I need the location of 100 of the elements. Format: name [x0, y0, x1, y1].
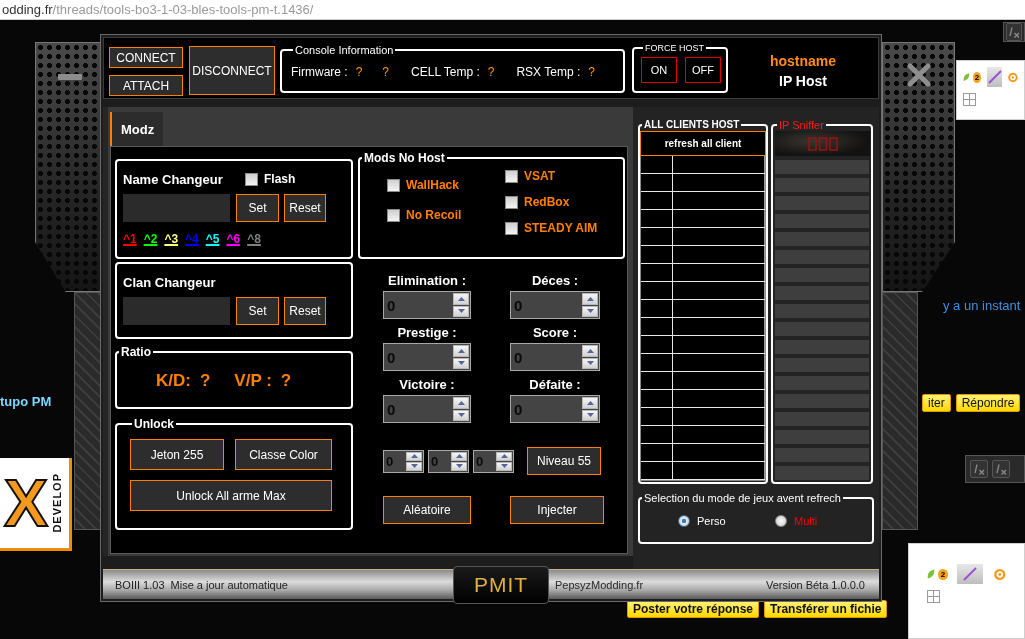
spin-down-button[interactable] [582, 409, 598, 421]
group-title: ALL CLIENTS HOST [643, 119, 741, 131]
spin-up-button[interactable] [582, 293, 598, 305]
console-label: RSX Temp : [516, 65, 581, 79]
action-button[interactable]: Reset [284, 297, 326, 325]
up-arrow-icon [500, 454, 508, 458]
color-code-link[interactable]: ^3 [164, 232, 179, 246]
ratio-value: ? [280, 371, 292, 391]
action-button[interactable]: Reset [284, 194, 326, 222]
spin-down-button[interactable] [496, 461, 512, 471]
field-label: Prestige : [397, 325, 457, 341]
spin-up-button[interactable] [453, 397, 469, 409]
ratio-value: ? [199, 371, 211, 391]
ratio-label: V/P : [234, 371, 272, 391]
clear-format-button[interactable] [970, 460, 988, 478]
spin-down-button[interactable] [453, 357, 469, 369]
down-arrow-icon [500, 464, 508, 468]
forum-button[interactable]: Répondre [955, 394, 1021, 412]
disconnect-button[interactable]: DISCONNECT [189, 46, 275, 95]
text-field[interactable] [123, 297, 230, 325]
group-title: Name Changeur [123, 171, 224, 187]
spin-up-button[interactable] [451, 451, 467, 461]
group-title: Ratio [120, 345, 152, 359]
spin-down-button[interactable] [453, 305, 469, 317]
unlock-button[interactable]: Classe Color [235, 439, 332, 470]
spin-down-button[interactable] [453, 409, 469, 421]
radio-button[interactable] [775, 515, 787, 527]
group-title: Clan Changeur [123, 274, 217, 290]
unlock-button[interactable]: Jeton 255 [130, 439, 224, 470]
logo-word: DEVELOP [51, 473, 63, 533]
color-code-link[interactable]: ^8 [247, 232, 261, 246]
tab[interactable]: Modz [110, 112, 164, 146]
force-host-button[interactable]: OFF [685, 57, 721, 83]
text-field[interactable] [123, 194, 230, 222]
field-label: Défaite : [529, 377, 581, 393]
spin-up-button[interactable] [453, 293, 469, 305]
spin-up-button[interactable] [582, 345, 598, 357]
up-arrow-icon [457, 296, 465, 301]
version-text: Version Béta 1.0.0.0 [765, 578, 865, 591]
action-button[interactable]: Set [236, 194, 279, 222]
spin-up-button[interactable] [406, 451, 422, 461]
checkbox[interactable] [245, 172, 258, 186]
hostname-text: hostname [769, 53, 837, 69]
pen-tool-button[interactable] [987, 67, 1003, 87]
action-button[interactable]: Aléatoire [383, 496, 471, 524]
level-button[interactable]: Niveau 55 [527, 447, 601, 475]
window-grid-icon[interactable] [963, 93, 976, 106]
action-button[interactable]: Set [236, 297, 279, 325]
clear-format-icon [973, 463, 985, 475]
color-code-link[interactable]: ^2 [143, 232, 158, 246]
spin-down-button[interactable] [406, 461, 422, 471]
spin-up-button[interactable] [453, 345, 469, 357]
checkbox[interactable] [387, 178, 400, 192]
spin-up-button[interactable] [582, 397, 598, 409]
spin-up-button[interactable] [496, 451, 512, 461]
checkbox-label: WallHack [406, 178, 459, 192]
down-arrow-icon [586, 361, 594, 366]
refresh-button[interactable]: refresh all client [640, 131, 766, 156]
spin-down-button[interactable] [451, 461, 467, 471]
color-code-link[interactable]: ^6 [226, 232, 241, 246]
up-arrow-icon [455, 454, 463, 458]
checkbox[interactable] [505, 169, 518, 183]
group-title: Selection du mode de jeux avent refrech [643, 491, 842, 505]
color-code-link[interactable]: ^5 [205, 232, 220, 246]
up-arrow-icon [457, 400, 465, 405]
action-button[interactable]: Injecter [510, 496, 604, 524]
group-title: FORCE HOST [644, 43, 705, 53]
radio-label: Perso [697, 515, 726, 527]
down-arrow-icon [455, 464, 463, 468]
clear-format-button[interactable] [992, 460, 1010, 478]
close-icon[interactable] [907, 63, 931, 87]
checkbox[interactable] [505, 221, 518, 235]
app-logo: PMIT [453, 565, 549, 604]
window-grid-icon[interactable] [927, 590, 940, 603]
notification-badge: 2 [972, 71, 982, 83]
spin-down-button[interactable] [582, 357, 598, 369]
checkbox-label: RedBox [524, 195, 570, 209]
force-host-button[interactable]: ON [641, 57, 677, 83]
address-bar[interactable]: odding.fr/threads/tools-bo3-1-03-bles-tools-pm-t.1436/ [0, 0, 1025, 20]
forum-tag-text: tupo PM [0, 394, 52, 409]
radio-button[interactable] [678, 515, 690, 527]
console-value: ? [588, 65, 595, 79]
checkbox[interactable] [505, 195, 518, 209]
down-arrow-icon [457, 361, 465, 366]
checkbox-label: VSAT [524, 169, 556, 183]
color-code-link[interactable]: ^1 [123, 232, 137, 246]
group-title: Console Information [294, 43, 395, 57]
forum-button[interactable]: iter [922, 394, 951, 412]
field-label: Déces : [531, 273, 579, 289]
checkbox-label: STEADY AIM [524, 221, 598, 235]
app-version-text: BOIII 1.03 [115, 578, 165, 591]
pen-tool-button[interactable] [956, 564, 984, 584]
connect-button[interactable]: ATTACH [109, 75, 183, 96]
post-time-text: y a un instant [943, 298, 1021, 313]
connect-button[interactable]: CONNECT [109, 47, 183, 68]
checkbox[interactable] [387, 208, 400, 222]
spin-down-button[interactable] [582, 305, 598, 317]
unlock-button[interactable]: Unlock All arme Max [130, 480, 332, 511]
clear-format-icon [995, 463, 1007, 475]
down-arrow-icon [457, 413, 465, 418]
